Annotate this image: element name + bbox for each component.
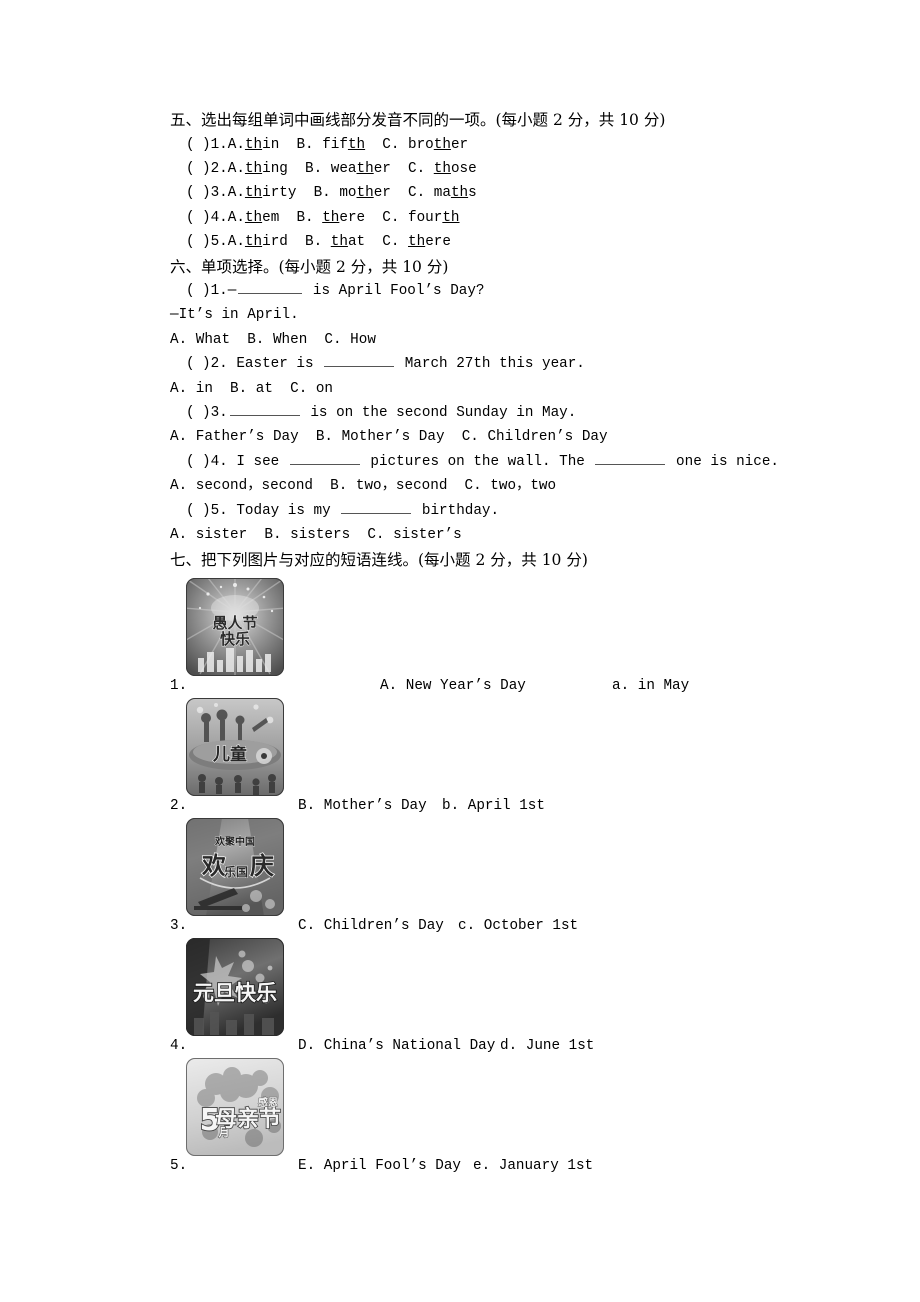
answer-paren-close[interactable]: ): [202, 454, 211, 470]
section-six-heading: 六、单项选择。(每小题 2 分，共 10 分): [170, 257, 449, 276]
answer-paren-open[interactable]: (: [186, 230, 202, 254]
svg-text:快乐: 快乐: [220, 630, 250, 648]
answer-blank[interactable]: [238, 280, 303, 295]
answer-paren-close[interactable]: ): [202, 405, 211, 421]
row-number: 4.: [170, 1038, 188, 1054]
svg-text:庆: 庆: [250, 852, 274, 880]
childrens-day-poster-image: 儿童: [186, 698, 284, 796]
match-option-major[interactable]: A. New Year’s Day: [380, 677, 526, 695]
national-day-poster-image: 欢聚中国 欢 庆 乐国: [186, 818, 284, 916]
answer-blank[interactable]: [229, 402, 300, 417]
match-option-minor[interactable]: d. June 1st: [500, 1037, 594, 1055]
match-option-minor[interactable]: c. October 1st: [458, 917, 578, 935]
svg-text:感恩: 感恩: [258, 1096, 278, 1109]
row-number: 2.: [170, 798, 188, 814]
april-fools-day-poster-image: 愚人节 快乐: [186, 578, 284, 676]
section-six-item-1-options[interactable]: A. What B. When C. How: [170, 328, 870, 352]
section-five-item-2: ()2.A.thing B. weather C. those: [170, 157, 870, 181]
section-five-item-4: ()4.A.them B. there C. fourth: [170, 206, 870, 230]
svg-text:儿童: 儿童: [212, 744, 247, 765]
answer-paren-close[interactable]: ): [202, 356, 211, 372]
row-number: 5.: [170, 1158, 188, 1174]
section-six-item-2-options[interactable]: A. in B. at C. on: [170, 377, 870, 401]
section-six-item-5-options[interactable]: A. sister B. sisters C. sister’s: [170, 523, 870, 547]
answer-paren-open[interactable]: (: [186, 206, 202, 230]
answer-blank[interactable]: [341, 500, 412, 514]
answer-paren-open[interactable]: (: [186, 352, 202, 376]
section-five-item-1: ()1.A.thin B. fifth C. brother: [170, 133, 870, 157]
answer-paren-close[interactable]: ): [202, 234, 211, 250]
row-number: 3.: [170, 918, 188, 934]
section-five-item-3: ()3.A.thirty B. mother C. maths: [170, 181, 870, 205]
match-option-major[interactable]: B. Mother’s Day: [298, 797, 427, 815]
svg-text:元旦快乐: 元旦快乐: [193, 981, 277, 1005]
row-number: 1.: [170, 678, 188, 694]
answer-paren-close[interactable]: ): [202, 210, 211, 226]
answer-paren-open[interactable]: (: [186, 133, 202, 157]
answer-blank[interactable]: [324, 353, 395, 368]
section-six-item-4-stem: ()4. I see pictures on the wall. The one…: [170, 450, 870, 474]
answer-paren-open[interactable]: (: [186, 499, 202, 523]
answer-paren-close[interactable]: ): [202, 283, 211, 299]
section-six-item-1-reply: —It’s in April.: [170, 307, 299, 324]
match-option-major[interactable]: D. China’s National Day: [298, 1037, 495, 1055]
section-six-item-5-stem: ()5. Today is my birthday.: [170, 499, 870, 523]
section-six-item-1-stem: ()1.— is April Fool’s Day?: [170, 279, 870, 303]
section-six-item-3-options[interactable]: A. Father’s Day B. Mother’s Day C. Child…: [170, 425, 870, 449]
section-six-item-4-options[interactable]: A. second，second B. two，second C. two，tw…: [170, 474, 870, 498]
answer-blank[interactable]: [595, 451, 666, 465]
section-five-item-5: ()5.A.third B. that C. there: [170, 230, 870, 254]
answer-paren-close[interactable]: ): [202, 503, 211, 519]
section-six-item-2-stem: ()2. Easter is March 27th this year.: [170, 352, 870, 376]
match-option-minor[interactable]: a. in May: [612, 677, 689, 695]
answer-paren-open[interactable]: (: [186, 401, 202, 425]
worksheet-page: 五、选出每组单词中画线部分发音不同的一项。(每小题 2 分，共 10 分) ()…: [0, 0, 920, 1302]
svg-text:欢聚中国: 欢聚中国: [214, 835, 255, 848]
new-year-day-poster-image: 元旦快乐: [186, 938, 284, 1036]
section-five-heading: 五、选出每组单词中画线部分发音不同的一项。(每小题 2 分，共 10 分): [170, 111, 666, 129]
matching-row: 2. 儿童 B. Mother’s Day b. April 1st: [170, 698, 870, 818]
section-six-item-3-stem: ()3. is on the second Sunday in May.: [170, 401, 870, 425]
answer-paren-close[interactable]: ): [202, 185, 211, 201]
section-seven-heading: 七、把下列图片与对应的短语连线。(每小题 2 分，共 10 分): [170, 550, 588, 569]
worksheet-content: 五、选出每组单词中画线部分发音不同的一项。(每小题 2 分，共 10 分) ()…: [170, 108, 870, 1178]
match-option-major[interactable]: C. Children’s Day: [298, 917, 444, 935]
svg-text:乐国: 乐国: [224, 864, 248, 879]
answer-paren-open[interactable]: (: [186, 450, 202, 474]
answer-paren-close[interactable]: ): [202, 161, 211, 177]
svg-text:母亲节: 母亲节: [215, 1107, 281, 1132]
match-option-minor[interactable]: e. January 1st: [473, 1157, 593, 1175]
mothers-day-poster-image: 5 月 母亲节 感恩: [186, 1058, 284, 1156]
matching-exercise: 1. 愚人节 快乐 A. New Year’s Day a. in May 2.…: [170, 578, 870, 1178]
matching-row: 1. 愚人节 快乐 A. New Year’s Day a. in May: [170, 578, 870, 698]
match-option-major[interactable]: E. April Fool’s Day: [298, 1157, 461, 1175]
answer-paren-open[interactable]: (: [186, 279, 202, 303]
matching-row: 4. 元旦快乐 D. China’s National Day d. June …: [170, 938, 870, 1058]
match-option-minor[interactable]: b. April 1st: [442, 797, 545, 815]
answer-paren-open[interactable]: (: [186, 181, 202, 205]
answer-paren-close[interactable]: ): [202, 137, 211, 153]
matching-row: 5. 5 月 母亲节 感恩 E. April Fool’s Day e. Jan…: [170, 1058, 870, 1178]
answer-paren-open[interactable]: (: [186, 157, 202, 181]
answer-blank[interactable]: [289, 451, 360, 465]
matching-row: 3. 欢聚中国 欢 庆 乐国 C. Children’s Day c. Octo…: [170, 818, 870, 938]
